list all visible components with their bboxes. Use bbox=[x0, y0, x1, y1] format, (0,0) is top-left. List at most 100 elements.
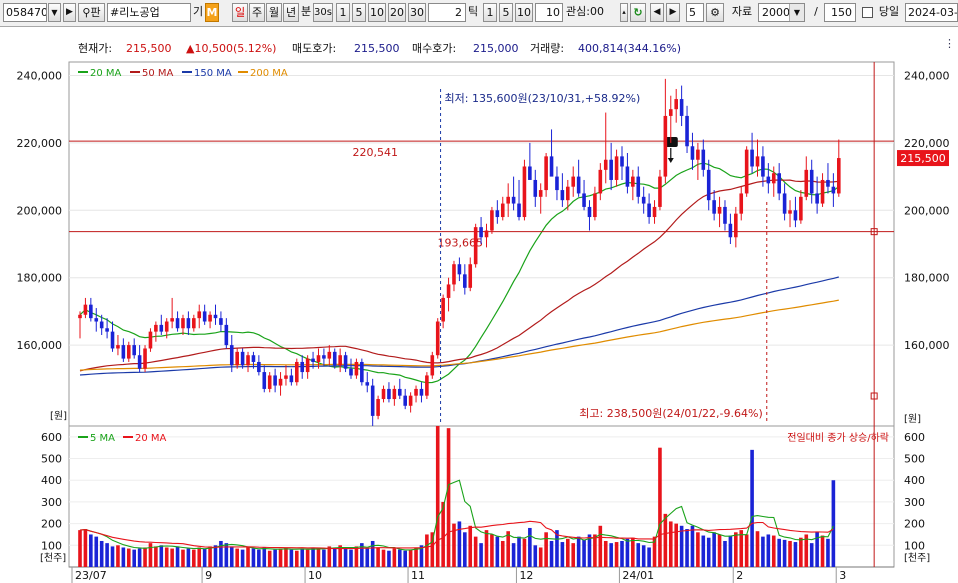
candle-body bbox=[164, 321, 169, 332]
volume-bar bbox=[262, 547, 267, 567]
interval-10-button[interactable]: 10 bbox=[368, 3, 386, 22]
volume-bar bbox=[490, 534, 494, 567]
interval-20-button[interactable]: 20 bbox=[388, 3, 406, 22]
volume-tick-right: 100 bbox=[904, 539, 925, 552]
x-tick-label: 12 bbox=[519, 569, 533, 582]
candle-body bbox=[658, 176, 662, 207]
volume-bar bbox=[251, 548, 256, 567]
volume-bar bbox=[343, 548, 348, 567]
reference-line-label: 220,541 bbox=[353, 146, 399, 159]
volume-tick-right: 500 bbox=[904, 453, 925, 466]
tick-5-button[interactable]: 5 bbox=[499, 3, 513, 22]
candle-body bbox=[479, 227, 483, 238]
tick-10-button[interactable]: 10 bbox=[515, 3, 533, 22]
price-tick-left: 240,000 bbox=[17, 69, 63, 82]
candle-body bbox=[343, 355, 348, 369]
candle-body bbox=[631, 176, 635, 187]
volume-bar bbox=[479, 543, 483, 567]
candle-body bbox=[105, 328, 109, 332]
low-annotation-label: 최저: 135,600원(23/10/31,+58.92%) bbox=[445, 92, 641, 105]
candle-body bbox=[295, 361, 299, 383]
code-dropdown-icon[interactable]: ▼ bbox=[48, 3, 61, 22]
candle-body bbox=[360, 361, 364, 383]
candle-body bbox=[831, 186, 836, 194]
stock-search-button[interactable]: ⚲판 bbox=[78, 3, 105, 22]
candle-body bbox=[202, 311, 207, 322]
volume-bar bbox=[349, 549, 353, 567]
next-icon[interactable]: ▶ bbox=[666, 3, 680, 22]
volume-bar bbox=[766, 534, 771, 567]
candle-body bbox=[668, 109, 673, 116]
slash-label: / bbox=[814, 5, 818, 18]
candle-body bbox=[327, 351, 332, 359]
volume-bar bbox=[327, 546, 332, 567]
view-count-input[interactable]: 150 bbox=[824, 3, 856, 22]
volume-bar bbox=[495, 536, 500, 567]
volume-unit-left: [천주] bbox=[40, 552, 66, 564]
prev-icon[interactable]: ◀ bbox=[650, 3, 664, 22]
volume-tick-left: 300 bbox=[41, 496, 62, 509]
candle-body bbox=[251, 355, 256, 362]
volume-bar bbox=[706, 537, 711, 567]
interval-30-button[interactable]: 30 bbox=[408, 3, 426, 22]
next-arrow-icon[interactable]: ▶ bbox=[63, 3, 76, 22]
period-year-button[interactable]: 년 bbox=[283, 3, 299, 22]
volume-tick-left: 600 bbox=[41, 431, 62, 444]
volume-bar bbox=[116, 545, 120, 567]
interest-spin-icon[interactable]: ▴ bbox=[620, 3, 628, 22]
candle-body bbox=[555, 176, 559, 191]
candle-body bbox=[240, 351, 245, 366]
volume-bar bbox=[441, 501, 445, 567]
price-unit-left: [원] bbox=[50, 410, 67, 422]
interval-1-button[interactable]: 1 bbox=[336, 3, 350, 22]
candle-body bbox=[349, 368, 353, 376]
refresh-icon[interactable]: ↻ bbox=[630, 3, 646, 22]
stock-code-input[interactable]: 058470 bbox=[3, 3, 47, 22]
tick-10-input[interactable]: 10 bbox=[535, 3, 563, 22]
volume-bar bbox=[403, 550, 407, 567]
volume-bar bbox=[425, 534, 429, 567]
volume-bar bbox=[636, 543, 641, 567]
candle-body bbox=[495, 210, 500, 218]
period-month-button[interactable]: 월 bbox=[266, 3, 282, 22]
price-tick-right: 160,000 bbox=[904, 339, 950, 352]
volume-bar bbox=[755, 531, 760, 567]
x-tick-label: 9 bbox=[205, 569, 212, 582]
candle-body bbox=[159, 324, 164, 332]
candle-body bbox=[598, 169, 603, 194]
min-30s-button[interactable]: 30s bbox=[313, 3, 333, 22]
m-badge-icon[interactable]: M bbox=[205, 3, 219, 22]
data-count-select[interactable]: 2000 ▼ bbox=[758, 3, 805, 22]
x-tick-label: 24/01 bbox=[622, 569, 654, 582]
candle-body bbox=[78, 314, 82, 319]
stock-name-field[interactable]: #리노공업 bbox=[107, 3, 191, 22]
volume-bar bbox=[647, 547, 651, 567]
period-week-button[interactable]: 주 bbox=[249, 3, 265, 22]
candle-body bbox=[419, 388, 424, 396]
stock-chart[interactable]: 현재가: 215,500 ▲10,500(5.12%) 매도호가: 215,50… bbox=[0, 27, 958, 583]
candle-body bbox=[154, 324, 158, 332]
volume-bar bbox=[560, 542, 565, 567]
candle-body bbox=[463, 274, 467, 288]
count-input[interactable]: 5 bbox=[686, 3, 704, 22]
candle-body bbox=[387, 388, 391, 400]
interval-5-button[interactable]: 5 bbox=[352, 3, 366, 22]
panel-menu-icon[interactable]: ⋮ bbox=[944, 37, 955, 50]
chart-toolbar: 058470 ▼ ▶ ⚲판 #리노공업 기 M 일 주 월 년 분 30s 1 … bbox=[0, 0, 958, 27]
tick-1-button[interactable]: 1 bbox=[483, 3, 497, 22]
settings-gear-icon[interactable]: ⚙ bbox=[706, 3, 724, 22]
current-price-label: 215,500 bbox=[900, 152, 946, 165]
date-input[interactable]: 2024-03- bbox=[905, 3, 958, 22]
volume-bar bbox=[240, 549, 245, 567]
today-checkbox[interactable] bbox=[860, 3, 874, 22]
candle-body bbox=[625, 166, 630, 187]
volume-bar bbox=[316, 548, 321, 567]
volume-bar bbox=[457, 521, 462, 567]
volume-bar bbox=[381, 549, 386, 567]
tick-value-input[interactable]: 2 bbox=[428, 3, 466, 22]
candle-body bbox=[284, 375, 288, 379]
volume-bar bbox=[397, 549, 402, 567]
period-day-button[interactable]: 일 bbox=[232, 3, 248, 22]
interest-label: 관심:00 bbox=[566, 5, 604, 18]
candle-body bbox=[441, 297, 445, 322]
